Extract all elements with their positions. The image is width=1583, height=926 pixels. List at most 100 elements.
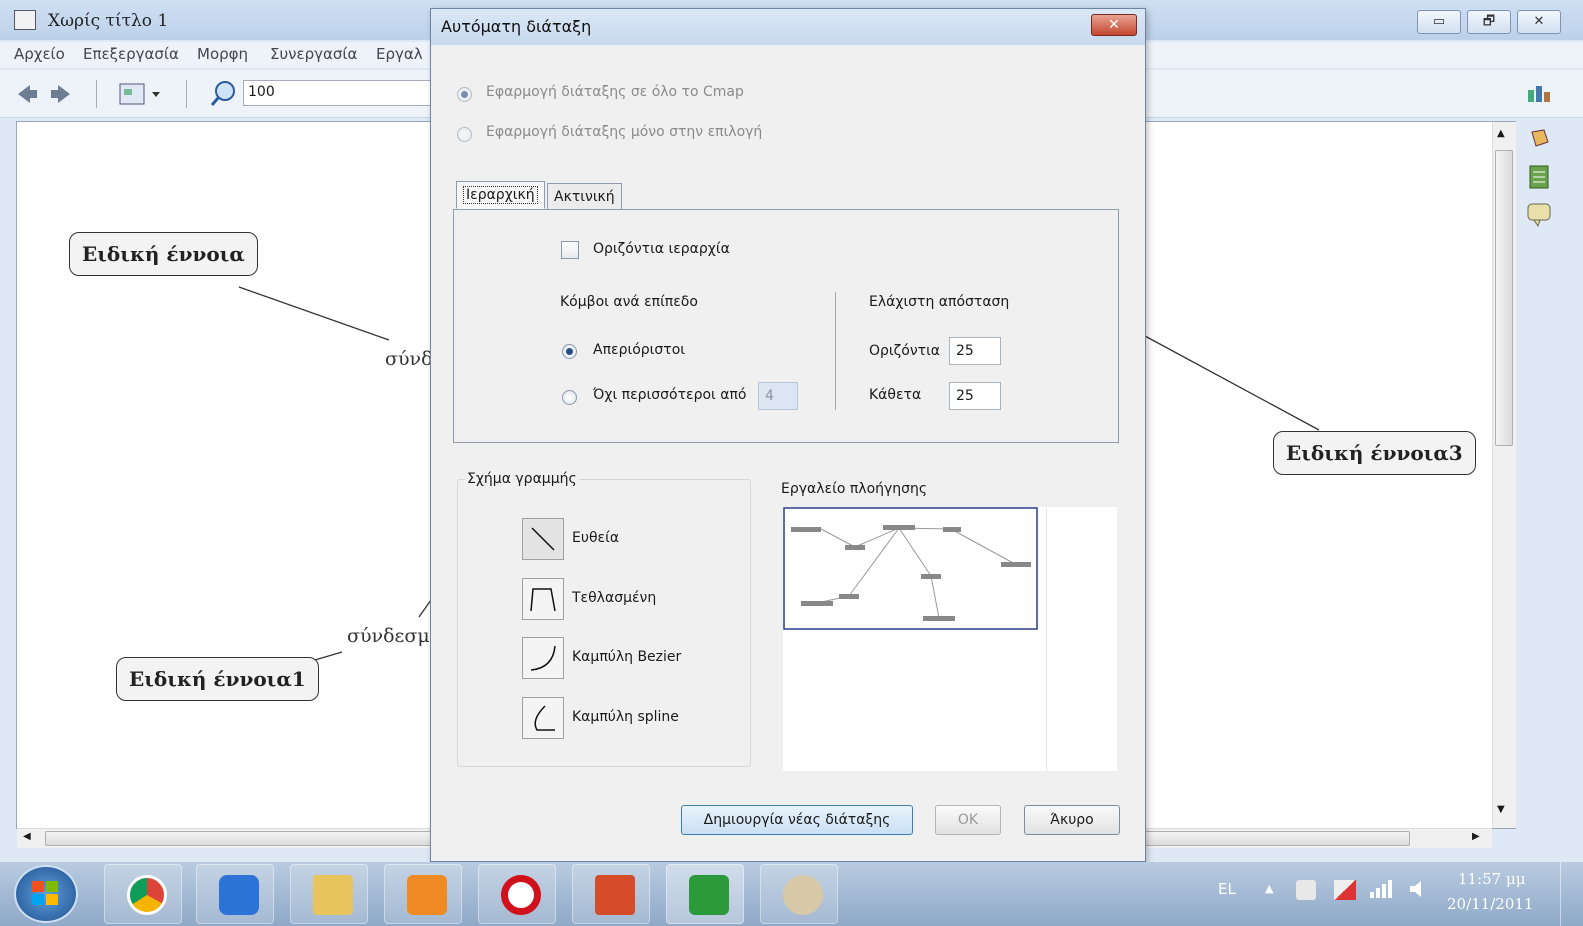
linking-phrase[interactable]: σύνδεσμ: [347, 625, 430, 647]
scope-selection-radio[interactable]: [457, 127, 472, 142]
menu-collaboration[interactable]: Συνεργασία: [270, 45, 357, 63]
concept-node[interactable]: Ειδική έννοια3: [1273, 431, 1476, 475]
navigator-heading: Εργαλείο πλοήγησης: [781, 481, 928, 497]
scroll-right-icon[interactable]: ▶: [1472, 831, 1480, 842]
tab-hierarchical[interactable]: Ιεραρχική: [456, 181, 545, 209]
document-list-icon[interactable]: [1528, 164, 1552, 190]
close-window-button[interactable]: ✕: [1517, 10, 1561, 34]
dialog-close-button[interactable]: ✕: [1091, 14, 1137, 36]
menu-edit[interactable]: Επεξεργασία: [83, 45, 179, 63]
scroll-left-icon[interactable]: ◀: [23, 831, 31, 842]
bezier-curve-button[interactable]: [522, 637, 564, 679]
power-icon[interactable]: [1296, 880, 1316, 900]
taskbar-media-player[interactable]: [384, 864, 462, 924]
show-hidden-icons[interactable]: ▲: [1265, 882, 1273, 895]
min-distance-heading: Ελάχιστη απόσταση: [869, 294, 1010, 310]
ok-button[interactable]: OK: [935, 805, 1001, 835]
concept-node[interactable]: Ειδική έννοια1: [116, 657, 319, 701]
spline-curve-label: Καμπύλη spline: [572, 709, 679, 725]
bezier-curve-label: Καμπύλη Bezier: [572, 649, 682, 665]
unlimited-label: Απεριόριστοι: [593, 342, 685, 358]
horizontal-distance-field[interactable]: 25: [949, 337, 1001, 365]
concept-node[interactable]: Ειδική έννοια: [69, 232, 258, 276]
minimize-button[interactable]: ▭: [1417, 10, 1461, 34]
toolbar-divider: [186, 80, 187, 108]
spline-curve-button[interactable]: [522, 697, 564, 739]
scroll-down-icon[interactable]: ▼: [1497, 804, 1505, 815]
scope-all-radio[interactable]: [457, 87, 472, 102]
taskbar-cmaptools[interactable]: [666, 864, 744, 924]
clock-date[interactable]: 20/11/2011: [1447, 895, 1533, 913]
no-more-than-radio[interactable]: [562, 390, 577, 405]
dialog-title-bar: Αυτόματη διάταξη ✕: [431, 9, 1145, 45]
spline-curve-icon: [534, 705, 555, 731]
no-more-than-label: Όχι περισσότεροι από: [593, 387, 747, 403]
toolbar-divider: [96, 80, 97, 108]
taskbar-presentation[interactable]: [572, 864, 650, 924]
app-icon: [14, 10, 36, 30]
cancel-button[interactable]: Άκυρο: [1024, 805, 1120, 835]
vertical-distance-label: Κάθετα: [869, 387, 922, 403]
straight-line-label: Ευθεία: [572, 530, 620, 546]
tab-radial[interactable]: Ακτινική: [547, 183, 622, 209]
zoom-input[interactable]: 100: [243, 80, 443, 106]
scope-all-label: Εφαρμογή διάταξης σε όλο το Cmap: [486, 84, 744, 100]
paint-icon: [783, 875, 823, 915]
scope-selection-label: Εφαρμογή διάταξης μόνο στην επιλογή: [486, 124, 763, 140]
action-center-icon[interactable]: [1334, 880, 1356, 900]
polyline-button[interactable]: [522, 578, 564, 620]
restore-button[interactable]: 🗗: [1467, 10, 1511, 34]
zoom-icon[interactable]: [210, 80, 238, 108]
linking-phrase[interactable]: σύνδ: [385, 348, 433, 370]
menu-tools[interactable]: Εργαλ: [376, 45, 423, 63]
menu-format[interactable]: Μορφη: [197, 45, 248, 63]
taskbar-explorer[interactable]: [290, 864, 368, 924]
straight-line-icon: [531, 527, 555, 551]
polyline-icon: [530, 588, 556, 612]
volume-icon[interactable]: [1408, 878, 1430, 900]
opera-icon: [501, 875, 541, 915]
horizontal-distance-label: Οριζόντια: [869, 343, 941, 359]
language-indicator[interactable]: EL: [1218, 880, 1236, 898]
network-signal-icon[interactable]: [1368, 878, 1394, 900]
presentation-icon: [595, 875, 635, 915]
menu-file[interactable]: Αρχείο: [14, 45, 65, 63]
clock-time[interactable]: 11:57 μμ: [1458, 870, 1526, 888]
bezier-curve-icon: [530, 645, 556, 671]
explorer-icon: [313, 875, 353, 915]
start-button[interactable]: [14, 865, 78, 923]
max-nodes-field[interactable]: 4: [758, 382, 798, 410]
taskbar-teamviewer[interactable]: [196, 864, 274, 924]
back-arrow-icon[interactable]: [16, 83, 38, 105]
comment-icon[interactable]: [1526, 202, 1554, 228]
vertical-distance-field[interactable]: 25: [949, 382, 1001, 410]
scroll-thumb[interactable]: [1495, 150, 1513, 446]
paint-bucket-icon[interactable]: [1526, 126, 1554, 152]
section-divider: [835, 292, 836, 410]
vertical-scrollbar[interactable]: ▲ ▼: [1492, 122, 1516, 828]
navigator-viewport[interactable]: [783, 507, 1039, 631]
chrome-icon: [127, 875, 167, 915]
scroll-up-icon[interactable]: ▲: [1497, 128, 1505, 139]
create-layout-button[interactable]: Δημιουργία νέας διάταξης: [681, 805, 913, 835]
straight-line-button[interactable]: [522, 518, 564, 560]
show-desktop-button[interactable]: [1560, 862, 1583, 926]
horizontal-hierarchy-checkbox[interactable]: [561, 241, 579, 259]
view-options-icon[interactable]: [118, 80, 162, 108]
forward-arrow-icon[interactable]: [50, 83, 72, 105]
unlimited-radio[interactable]: [562, 344, 577, 359]
styles-icon[interactable]: [1526, 82, 1554, 108]
dialog-title: Αυτόματη διάταξη: [441, 17, 592, 36]
taskbar-chrome[interactable]: [104, 864, 182, 924]
taskbar-opera[interactable]: [478, 864, 556, 924]
navigator-panel[interactable]: [783, 507, 1117, 771]
window-title: Χωρίς τίτλο 1: [48, 11, 169, 31]
navigator-divider: [1046, 507, 1047, 771]
taskbar-paint[interactable]: [760, 864, 838, 924]
teamviewer-icon: [219, 875, 259, 915]
windows-logo-icon: [32, 881, 58, 905]
polyline-label: Τεθλασμένη: [572, 590, 657, 606]
cmaptools-icon: [689, 875, 729, 915]
right-tool-strip: [1522, 70, 1562, 850]
tab-label: Ιεραρχική: [463, 186, 538, 204]
